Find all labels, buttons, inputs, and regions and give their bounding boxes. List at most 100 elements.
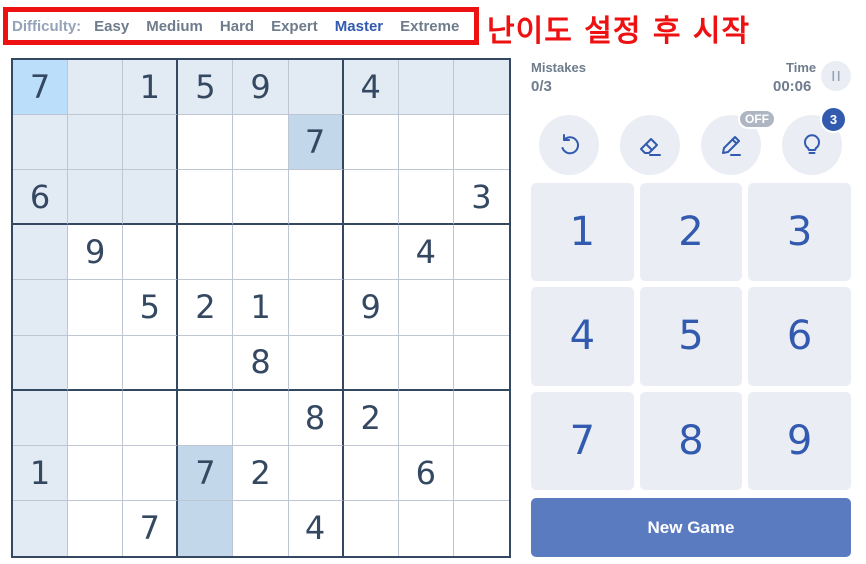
board-cell[interactable]: 1 <box>123 60 179 116</box>
board-cell[interactable] <box>453 446 509 501</box>
board-cell[interactable] <box>68 335 124 391</box>
board-cell[interactable] <box>398 280 454 336</box>
board-cell[interactable]: 2 <box>343 390 399 446</box>
board-cell[interactable] <box>398 335 454 391</box>
board-cell[interactable]: 7 <box>178 445 234 501</box>
board-cell[interactable] <box>454 501 509 556</box>
number-button-5[interactable]: 5 <box>639 287 743 386</box>
board-cell[interactable] <box>453 336 509 391</box>
board-cell[interactable]: 7 <box>13 60 69 116</box>
board-cell[interactable] <box>233 170 289 226</box>
board-cell[interactable]: 7 <box>288 115 344 171</box>
number-button-8[interactable]: 8 <box>639 391 743 490</box>
board-cell[interactable]: 5 <box>123 280 179 336</box>
pause-button[interactable] <box>821 61 851 91</box>
board-cell[interactable] <box>178 335 234 391</box>
board-cell[interactable]: 4 <box>398 225 454 281</box>
board-cell[interactable] <box>178 170 234 226</box>
board-cell[interactable] <box>288 445 344 501</box>
board-cell[interactable] <box>13 115 69 171</box>
board-cell[interactable] <box>344 500 399 556</box>
board-cell[interactable] <box>13 390 69 446</box>
board-cell[interactable]: 7 <box>123 500 179 556</box>
board-cell[interactable] <box>13 280 69 336</box>
board-cell[interactable] <box>453 280 509 336</box>
board-cell[interactable]: 1 <box>13 445 69 501</box>
board-cell[interactable] <box>68 445 124 501</box>
board-cell[interactable] <box>68 170 124 226</box>
board-cell[interactable] <box>13 225 69 281</box>
difficulty-medium[interactable]: Medium <box>146 18 203 35</box>
board-cell[interactable] <box>123 225 179 281</box>
undo-button[interactable] <box>539 115 599 175</box>
board-cell[interactable] <box>288 335 344 391</box>
board-cell[interactable]: 2 <box>178 280 234 336</box>
board-cell[interactable]: 1 <box>233 280 289 336</box>
board-cell[interactable] <box>343 225 399 281</box>
board-cell[interactable] <box>398 170 454 226</box>
erase-button[interactable] <box>620 115 680 175</box>
board-cell[interactable]: 9 <box>68 225 124 281</box>
number-button-4[interactable]: 4 <box>531 287 634 386</box>
board-cell[interactable] <box>178 390 234 446</box>
board-cell[interactable] <box>398 60 454 116</box>
board-cell[interactable] <box>68 390 124 446</box>
board-cell[interactable]: 9 <box>233 60 289 116</box>
board-cell[interactable] <box>453 115 509 171</box>
board-cell[interactable] <box>398 390 454 446</box>
new-game-button[interactable]: New Game <box>531 498 851 557</box>
board-cell[interactable] <box>399 500 454 556</box>
board-cell[interactable]: 9 <box>343 280 399 336</box>
board-cell[interactable] <box>233 115 289 171</box>
board-cell[interactable]: 3 <box>453 170 509 226</box>
board-cell[interactable]: 8 <box>288 390 344 446</box>
board-cell[interactable]: 8 <box>233 335 289 391</box>
number-button-3[interactable]: 3 <box>748 183 851 282</box>
board-cell[interactable]: 6 <box>398 445 454 501</box>
difficulty-easy[interactable]: Easy <box>94 18 129 35</box>
board-cell[interactable] <box>178 500 234 556</box>
board-cell[interactable] <box>288 280 344 336</box>
board-cell[interactable] <box>343 445 399 501</box>
board-cell[interactable] <box>233 500 289 556</box>
board-cell[interactable] <box>288 170 344 226</box>
board-cell[interactable] <box>453 60 509 116</box>
difficulty-expert[interactable]: Expert <box>271 18 318 35</box>
board-cell[interactable] <box>13 335 69 391</box>
board-cell[interactable] <box>178 225 234 281</box>
board-cell[interactable] <box>343 335 399 391</box>
number-button-9[interactable]: 9 <box>748 391 851 490</box>
board-cell[interactable]: 4 <box>343 60 399 116</box>
board-cell[interactable] <box>233 225 289 281</box>
number-button-2[interactable]: 2 <box>639 183 743 282</box>
board-cell[interactable] <box>123 445 179 501</box>
board-cell[interactable]: 5 <box>178 60 234 116</box>
board-cell[interactable] <box>343 170 399 226</box>
board-cell[interactable]: 2 <box>233 445 289 501</box>
board-cell[interactable] <box>233 390 289 446</box>
board-cell[interactable] <box>68 280 124 336</box>
board-cell[interactable] <box>123 335 179 391</box>
board-cell[interactable] <box>398 115 454 171</box>
difficulty-master[interactable]: Master <box>335 18 383 35</box>
board-cell[interactable] <box>68 60 124 116</box>
board-cell[interactable] <box>123 115 179 171</box>
board-cell[interactable] <box>68 500 124 556</box>
board-cell[interactable] <box>343 115 399 171</box>
board-cell[interactable] <box>123 390 179 446</box>
board-cell[interactable] <box>68 115 124 171</box>
number-button-6[interactable]: 6 <box>748 287 851 386</box>
number-button-1[interactable]: 1 <box>531 183 634 282</box>
board-cell[interactable] <box>288 60 344 116</box>
board-cell[interactable] <box>178 115 234 171</box>
board-cell[interactable] <box>123 170 179 226</box>
difficulty-hard[interactable]: Hard <box>220 18 254 35</box>
board-cell[interactable] <box>13 500 69 556</box>
difficulty-extreme[interactable]: Extreme <box>400 18 459 35</box>
board-cell[interactable] <box>453 391 509 446</box>
board-cell[interactable]: 4 <box>289 500 344 556</box>
board-cell[interactable] <box>288 225 344 281</box>
board-cell[interactable]: 6 <box>13 170 69 226</box>
board-cell[interactable] <box>453 225 509 281</box>
number-button-7[interactable]: 7 <box>531 391 634 490</box>
